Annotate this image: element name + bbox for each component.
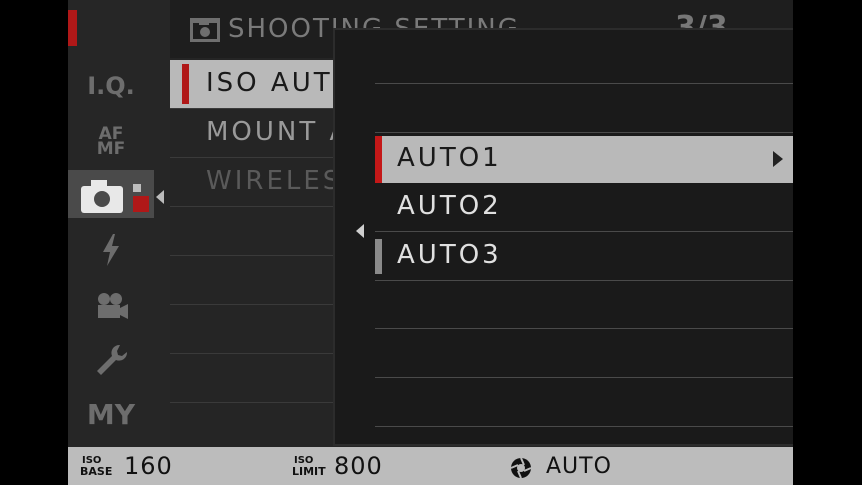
popup-item-auto3[interactable]: AUTO3: [375, 233, 793, 281]
flash-icon: [103, 234, 119, 266]
popup-item-label: AUTO2: [397, 191, 502, 221]
wrench-setup-icon: [97, 344, 128, 375]
sidebar-item-movie[interactable]: [68, 282, 154, 330]
popup-item-auto1[interactable]: AUTO1: [375, 136, 793, 183]
movie-camera-icon: [98, 293, 128, 319]
iso-limit-caption-2: LIMIT: [292, 465, 326, 478]
af-mf-icon: AF MF: [96, 124, 126, 159]
popup-row-empty: [375, 85, 793, 133]
popup-row-empty: [375, 379, 793, 427]
status-bar: ISO BASE 160 ISO LIMIT 800 AUTO: [68, 447, 793, 485]
iso-auto-popup: AUTO1 AUTO2 AUTO3: [333, 28, 793, 446]
sidebar-item-setup[interactable]: [68, 336, 154, 384]
current-setting-indicator: [375, 239, 382, 274]
chevron-left-icon: [356, 224, 364, 238]
sidebar-item-my-menu[interactable]: MY: [68, 390, 154, 438]
shutter-speed-value: AUTO: [546, 454, 612, 479]
selection-indicator: [375, 136, 382, 183]
iso-limit-value: 800: [334, 452, 383, 480]
camera-header-icon: [190, 18, 220, 42]
sidebar-item-af-mf[interactable]: AF MF: [68, 118, 154, 166]
popup-row-empty: [375, 281, 793, 329]
menu-category-sidebar: I.Q. AF MF MY: [68, 0, 170, 447]
iso-base-caption-2: BASE: [80, 465, 113, 478]
my-menu-icon: MY: [86, 397, 136, 431]
sidebar-item-flash[interactable]: [68, 226, 154, 274]
camera-menu-screen: I.Q. AF MF MY SHOOTING ISO AUTO MOUNT WI…: [68, 0, 793, 485]
popup-row-empty: [375, 36, 793, 84]
camera-shooting-icon: [81, 180, 149, 213]
sidebar-item-image-quality[interactable]: I.Q.: [68, 62, 154, 110]
chevron-right-icon: [773, 151, 783, 167]
category-tab-indicator: [68, 10, 77, 46]
sidebar-item-shooting-setting[interactable]: [68, 170, 154, 218]
sidebar-pointer-arrow-icon: [156, 190, 164, 204]
image-quality-icon: I.Q.: [87, 72, 135, 100]
selection-indicator: [182, 64, 189, 104]
iso-base-value: 160: [124, 452, 173, 480]
shutter-speed-icon: [510, 457, 532, 479]
popup-row-empty: [375, 330, 793, 378]
popup-item-auto2[interactable]: AUTO2: [375, 184, 793, 232]
popup-item-label: AUTO1: [397, 143, 502, 173]
popup-item-label: AUTO3: [397, 240, 502, 270]
